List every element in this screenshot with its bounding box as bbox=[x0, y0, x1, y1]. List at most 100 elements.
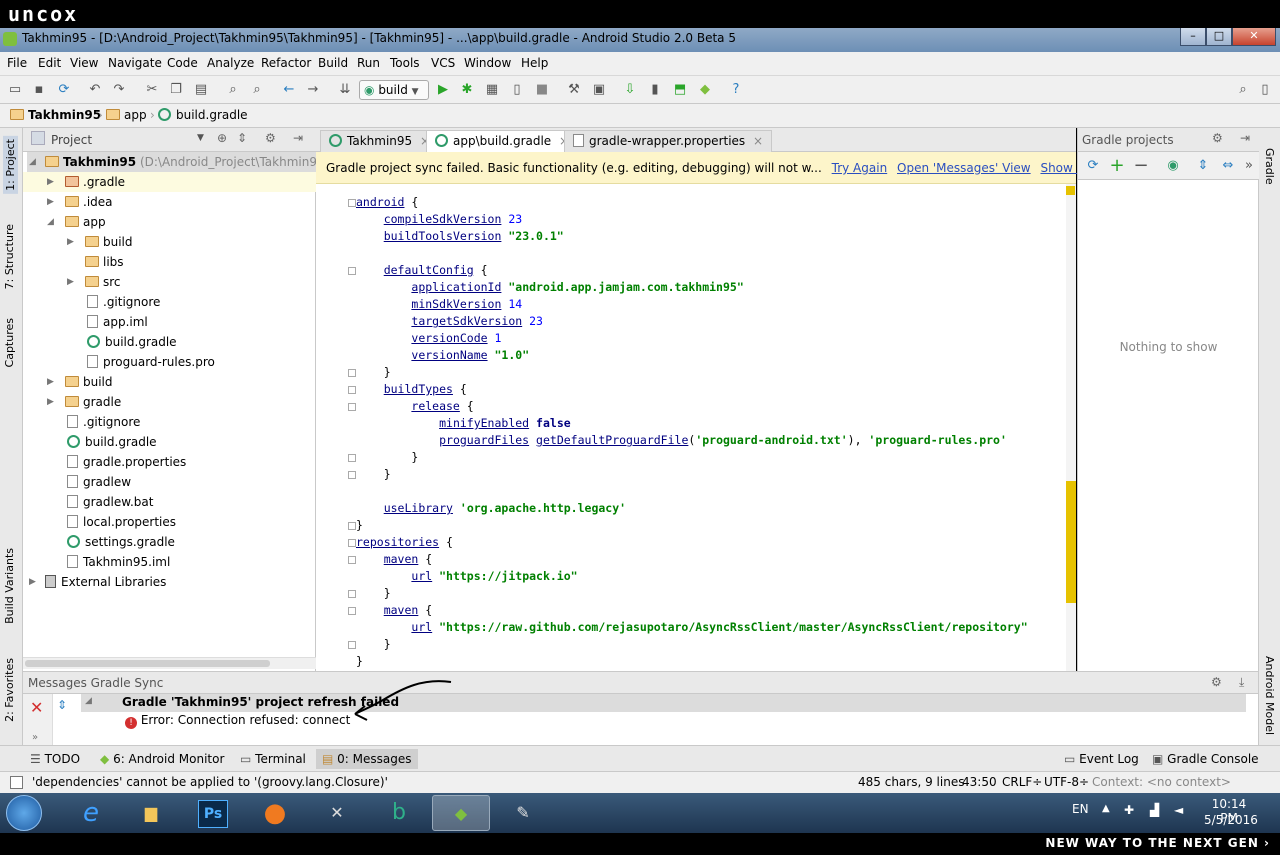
fold-marker[interactable] bbox=[348, 471, 356, 479]
close-messages-icon[interactable]: ✕ bbox=[30, 698, 43, 717]
stop-icon[interactable]: ■ bbox=[533, 81, 551, 99]
more-icon[interactable]: » bbox=[32, 732, 38, 743]
fold-marker[interactable] bbox=[348, 522, 356, 530]
run-config-dropdown[interactable]: ◉ build ▼ bbox=[359, 80, 429, 100]
tab-gradle-wrapper[interactable]: gradle-wrapper.properties × bbox=[564, 130, 773, 152]
redo-icon[interactable]: ↷ bbox=[110, 81, 128, 99]
maximize-button[interactable]: □ bbox=[1206, 28, 1232, 46]
warning-marker[interactable] bbox=[1066, 186, 1075, 195]
android-studio-task[interactable]: ◆ bbox=[432, 795, 490, 831]
expand-icon[interactable]: ⇕ bbox=[57, 698, 67, 712]
expand-all-icon[interactable]: ⇕ bbox=[1194, 157, 1212, 175]
tab-gradle[interactable]: Gradle bbox=[1263, 148, 1276, 185]
tab-todo[interactable]: ☰ TODO bbox=[30, 752, 80, 766]
explorer-icon[interactable]: ▆ bbox=[122, 795, 180, 831]
make-icon[interactable]: ⇊ bbox=[336, 81, 354, 99]
context-info[interactable]: Context: <no context> bbox=[1092, 775, 1231, 789]
menu-refactor[interactable]: Refactor bbox=[261, 56, 311, 70]
fold-marker[interactable] bbox=[348, 267, 356, 275]
fold-marker[interactable] bbox=[348, 590, 356, 598]
tray-app-icon[interactable]: ✚ bbox=[1124, 803, 1134, 817]
replace-icon[interactable]: ⌕ bbox=[248, 81, 266, 99]
language-indicator[interactable]: EN bbox=[1072, 802, 1089, 816]
execute-task-icon[interactable]: ◉ bbox=[1164, 157, 1182, 175]
menu-window[interactable]: Window bbox=[464, 56, 511, 70]
open-messages-link[interactable]: Open 'Messages' View bbox=[897, 161, 1031, 175]
project-view-selector[interactable]: Project bbox=[51, 133, 92, 147]
attach-debugger-icon[interactable]: ▯ bbox=[508, 81, 526, 99]
minimize-button[interactable]: – bbox=[1180, 28, 1206, 46]
save-icon[interactable]: ▪ bbox=[30, 81, 48, 99]
menu-code[interactable]: Code bbox=[167, 56, 198, 70]
sdk-manager-icon[interactable]: ▣ bbox=[590, 81, 608, 99]
fold-marker[interactable] bbox=[348, 556, 356, 564]
fold-marker[interactable] bbox=[348, 454, 356, 462]
avd-manager-icon[interactable]: ▮ bbox=[646, 81, 664, 99]
collapse-all-icon[interactable]: ⇕ bbox=[237, 131, 247, 145]
collapse-all-icon[interactable]: ⇔ bbox=[1219, 157, 1237, 175]
sync-gradle-icon[interactable]: ⇩ bbox=[621, 81, 639, 99]
firefox-icon[interactable]: ● bbox=[246, 795, 304, 831]
try-again-link[interactable]: Try Again bbox=[832, 161, 888, 175]
event-icon[interactable]: ▯ bbox=[1256, 81, 1274, 99]
tree-item-gradle-dir[interactable]: ▶ .gradle bbox=[23, 172, 316, 192]
help-icon[interactable]: ? bbox=[727, 81, 745, 99]
remove-icon[interactable]: − bbox=[1132, 157, 1150, 175]
menu-run[interactable]: Run bbox=[357, 56, 380, 70]
fold-marker[interactable] bbox=[348, 403, 356, 411]
sync-icon[interactable]: ⟳ bbox=[55, 81, 73, 99]
run-icon[interactable]: ▶ bbox=[434, 81, 452, 99]
debug-icon[interactable]: ✱ bbox=[458, 81, 476, 99]
refresh-icon[interactable]: ⟳ bbox=[1084, 157, 1102, 175]
cut-icon[interactable]: ✂ bbox=[143, 81, 161, 99]
hide-panel-icon[interactable]: ⤓ bbox=[1239, 675, 1244, 690]
scroll-highlight[interactable] bbox=[1066, 481, 1076, 603]
tab-app-build-gradle[interactable]: app\build.gradle × bbox=[426, 130, 579, 152]
gear-icon[interactable]: ⚙ bbox=[265, 131, 276, 145]
menu-tools[interactable]: Tools bbox=[390, 56, 420, 70]
breadcrumb-project[interactable]: Takhmin95 bbox=[10, 108, 101, 122]
file-encoding[interactable]: UTF-8÷ bbox=[1044, 775, 1089, 789]
gear-icon[interactable]: ⚙ bbox=[1211, 675, 1222, 689]
add-icon[interactable]: + bbox=[1108, 157, 1126, 175]
code-content[interactable]: android { compileSdkVersion 23 buildTool… bbox=[356, 194, 1028, 670]
tab-terminal[interactable]: ▭ Terminal bbox=[240, 752, 306, 766]
breadcrumb-file[interactable]: build.gradle bbox=[158, 108, 248, 122]
fold-marker[interactable] bbox=[348, 539, 356, 547]
menu-help[interactable]: Help bbox=[521, 56, 548, 70]
menu-edit[interactable]: Edit bbox=[38, 56, 61, 70]
fold-marker[interactable] bbox=[348, 386, 356, 394]
network-icon[interactable]: ▟ bbox=[1150, 803, 1159, 817]
message-group[interactable]: ◢ Gradle 'Takhmin95' project refresh fai… bbox=[81, 694, 1246, 712]
tab-event-log[interactable]: ▭ Event Log bbox=[1064, 752, 1139, 766]
open-icon[interactable]: ▭ bbox=[6, 81, 24, 99]
error-message[interactable]: ! Error: Connection refused: connect bbox=[125, 713, 350, 731]
menu-view[interactable]: View bbox=[70, 56, 98, 70]
menu-vcs[interactable]: VCS bbox=[431, 56, 455, 70]
tab-gradle-console[interactable]: ▣ Gradle Console bbox=[1152, 752, 1259, 766]
menu-file[interactable]: File bbox=[7, 56, 27, 70]
android-device-icon[interactable]: ⬒ bbox=[671, 81, 689, 99]
editor-scrollbar[interactable] bbox=[1066, 184, 1076, 671]
tab-captures[interactable]: Captures bbox=[3, 318, 16, 367]
status-toggle-icon[interactable] bbox=[10, 776, 23, 789]
paste-icon[interactable]: ▤ bbox=[192, 81, 210, 99]
tools-icon[interactable]: ✕ bbox=[308, 795, 366, 831]
coverage-icon[interactable]: ▦ bbox=[483, 81, 501, 99]
menu-navigate[interactable]: Navigate bbox=[108, 56, 162, 70]
tab-structure[interactable]: 7: Structure bbox=[3, 224, 16, 289]
forward-icon[interactable]: → bbox=[304, 81, 322, 99]
app-icon[interactable]: b bbox=[370, 795, 428, 831]
tab-takhmin95[interactable]: Takhmin95 × bbox=[320, 130, 440, 152]
menu-analyze[interactable]: Analyze bbox=[207, 56, 254, 70]
menu-build[interactable]: Build bbox=[318, 56, 348, 70]
fold-marker[interactable] bbox=[348, 199, 356, 207]
start-button[interactable] bbox=[6, 795, 42, 831]
tab-android-model[interactable]: Android Model bbox=[1263, 656, 1276, 735]
horizontal-scrollbar[interactable] bbox=[23, 657, 316, 669]
fold-marker[interactable] bbox=[348, 607, 356, 615]
tray-expand-icon[interactable]: ▲ bbox=[1102, 803, 1110, 814]
undo-icon[interactable]: ↶ bbox=[86, 81, 104, 99]
tab-messages[interactable]: ▤ 0: Messages bbox=[316, 749, 418, 769]
back-icon[interactable]: ← bbox=[280, 81, 298, 99]
